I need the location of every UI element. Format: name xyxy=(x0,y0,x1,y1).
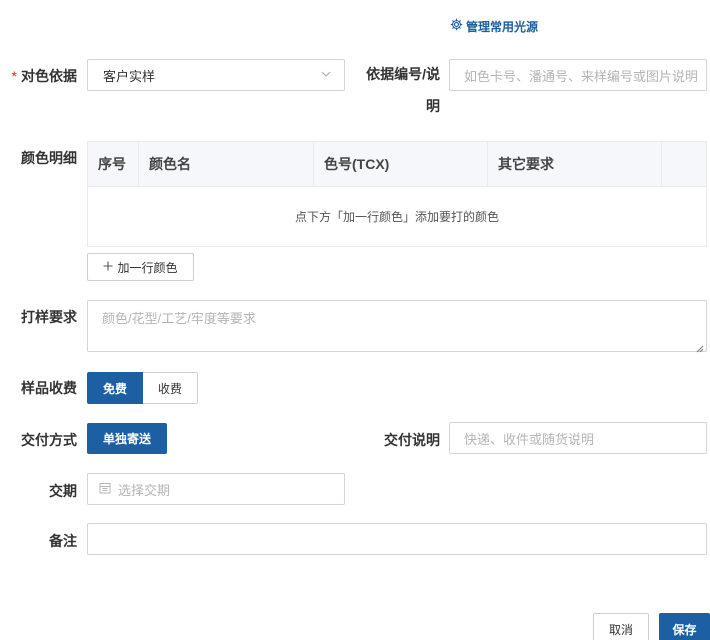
delivery-label-text: 交付方式 xyxy=(21,432,77,448)
basis-select-value: 客户实样 xyxy=(103,68,156,84)
color-detail-table: 序号 颜色名 色号(TCX) 其它要求 点下方「加一行颜色」添加要打的颜色 xyxy=(87,141,707,247)
colors-label-text: 颜色明细 xyxy=(21,150,77,166)
required-mark: * xyxy=(11,68,17,84)
gear-icon xyxy=(450,18,463,34)
col-color-code: 色号(TCX) xyxy=(314,142,488,186)
save-button[interactable]: 保存 xyxy=(659,613,710,640)
plus-icon xyxy=(103,260,113,274)
basis-no-label-line1: 依据编号/说 xyxy=(366,66,440,82)
sample-req-placeholder: 颜色/花型/工艺/牢度等要求 xyxy=(102,311,256,326)
col-actions xyxy=(662,142,706,186)
remark-label-text: 备注 xyxy=(49,533,77,549)
cancel-button[interactable]: 取消 xyxy=(593,613,649,640)
colors-label: 颜色明细 xyxy=(8,148,77,168)
due-date-placeholder: 选择交期 xyxy=(118,482,171,498)
sample-req-label-text: 打样要求 xyxy=(21,309,77,325)
fee-label: 样品收费 xyxy=(8,378,77,398)
due-date-input[interactable]: 选择交期 xyxy=(87,473,345,505)
fee-toggle: 免费 收费 xyxy=(87,372,198,404)
basis-label: * 对色依据 xyxy=(8,66,77,86)
delivery-note-placeholder: 快递、收件或随货说明 xyxy=(464,431,595,447)
sample-req-label: 打样要求 xyxy=(8,307,77,327)
chevron-down-icon xyxy=(320,68,332,83)
basis-no-placeholder: 如色卡号、潘通号、来样编号或图片说明 xyxy=(464,68,699,84)
fee-free-button[interactable]: 免费 xyxy=(87,372,143,404)
due-label: 交期 xyxy=(8,481,77,501)
basis-no-label-line2: 明 xyxy=(426,98,440,114)
delivery-note-label-text: 交付说明 xyxy=(384,432,440,448)
basis-no-input[interactable]: 如色卡号、潘通号、来样编号或图片说明 xyxy=(449,59,707,91)
col-seq: 序号 xyxy=(88,142,139,186)
table-empty-text: 点下方「加一行颜色」添加要打的颜色 xyxy=(294,209,499,224)
col-color-name: 颜色名 xyxy=(139,142,314,186)
due-label-text: 交期 xyxy=(49,483,77,499)
table-header: 序号 颜色名 色号(TCX) 其它要求 xyxy=(88,142,706,187)
fee-charged-button[interactable]: 收费 xyxy=(143,372,198,404)
basis-no-label: 依据编号/说 明 xyxy=(352,58,440,122)
delivery-note-label: 交付说明 xyxy=(370,430,440,450)
fee-label-text: 样品收费 xyxy=(21,380,77,396)
delivery-separate-button[interactable]: 单独寄送 xyxy=(87,423,167,454)
remark-label: 备注 xyxy=(8,531,77,551)
add-color-row-label: 加一行颜色 xyxy=(117,260,178,275)
manage-light-sources-label: 管理常用光源 xyxy=(466,19,539,34)
remark-input[interactable] xyxy=(87,523,707,555)
add-color-row-button[interactable]: 加一行颜色 xyxy=(87,253,194,281)
col-other-req: 其它要求 xyxy=(488,142,662,186)
basis-select[interactable]: 客户实样 xyxy=(87,59,345,91)
sample-req-textarea[interactable]: 颜色/花型/工艺/牢度等要求 xyxy=(87,300,707,353)
delivery-label: 交付方式 xyxy=(8,430,77,450)
delivery-note-input[interactable]: 快递、收件或随货说明 xyxy=(449,422,707,454)
manage-light-sources-link[interactable]: 管理常用光源 xyxy=(450,17,538,35)
calendar-icon xyxy=(99,482,111,497)
basis-label-text: 对色依据 xyxy=(21,68,77,84)
resize-handle-icon[interactable] xyxy=(696,341,704,353)
